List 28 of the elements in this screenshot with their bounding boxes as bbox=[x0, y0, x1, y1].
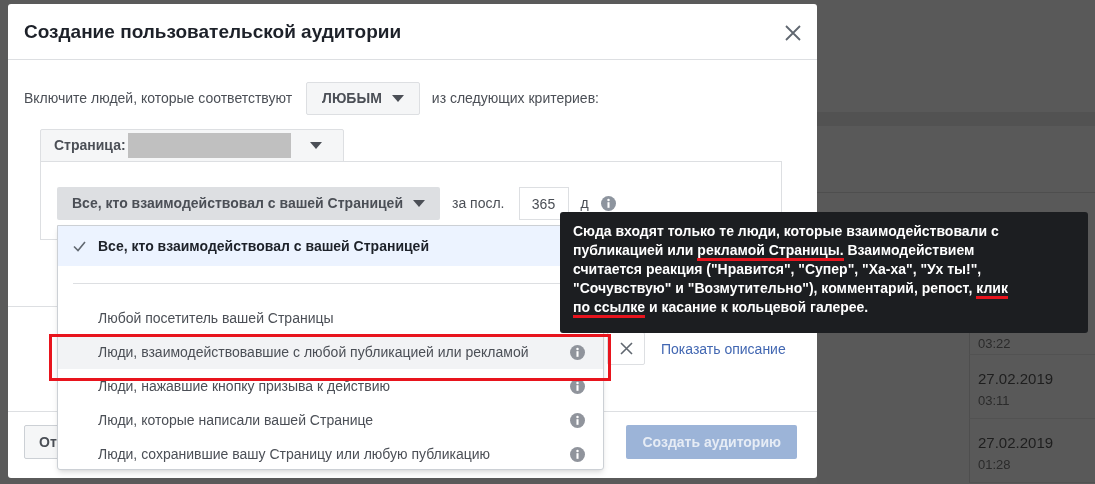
match-dropdown[interactable]: ЛЮБЫМ bbox=[306, 82, 420, 115]
menu-item[interactable]: Любой посетитель вашей Страницы bbox=[58, 301, 561, 335]
menu-item[interactable]: Люди, взаимодействовавшие с любой публикацией или рекламой bbox=[58, 335, 603, 369]
event-dropdown[interactable]: Все, кто взаимодействовал с вашей Страницей bbox=[57, 187, 440, 220]
dialog-title: Создание пользовательской аудитории bbox=[24, 20, 402, 45]
info-icon[interactable] bbox=[570, 378, 585, 394]
period-label: за посл. bbox=[452, 194, 505, 213]
caret-icon bbox=[391, 95, 404, 102]
close-icon[interactable] bbox=[785, 24, 801, 41]
date-text: 27.02.2019 bbox=[978, 433, 1055, 453]
close-icon bbox=[619, 342, 633, 355]
days-field[interactable]: 365 bbox=[518, 187, 569, 220]
intro-text: Включите людей, которые соответствуют bbox=[24, 89, 293, 108]
info-icon[interactable] bbox=[600, 196, 616, 211]
menu-item[interactable]: Люди, нажавшие кнопку призыва к действию bbox=[58, 369, 603, 403]
tooltip-text: Сюда входят только те люди, которые взаимодействовали с публикацией или рекламой Страницы. Взаимодействием считается реакция ("Нравится", "Супер", "Ха-ха", "Ух ты!", "Сочувствую" и "Возмутительно"), комментарий, репост, клик по ссылке и касание к кольцевой галерее. bbox=[573, 222, 1018, 317]
info-icon[interactable] bbox=[570, 412, 585, 428]
intro-text: из следующих критериев: bbox=[431, 89, 599, 108]
info-icon[interactable] bbox=[570, 344, 585, 360]
menu-item[interactable]: Все, кто взаимодействовал с вашей Страницей bbox=[58, 226, 561, 266]
page-dropdown[interactable]: Страница: bbox=[40, 129, 344, 162]
date-text: 27.02.2019 bbox=[978, 369, 1055, 389]
check-icon bbox=[73, 240, 86, 252]
unit-label: д bbox=[580, 194, 589, 213]
caret-icon bbox=[310, 142, 322, 149]
caret-icon bbox=[413, 200, 425, 207]
info-icon[interactable] bbox=[570, 446, 585, 462]
show-description-link[interactable]: Показать описание bbox=[661, 339, 786, 360]
